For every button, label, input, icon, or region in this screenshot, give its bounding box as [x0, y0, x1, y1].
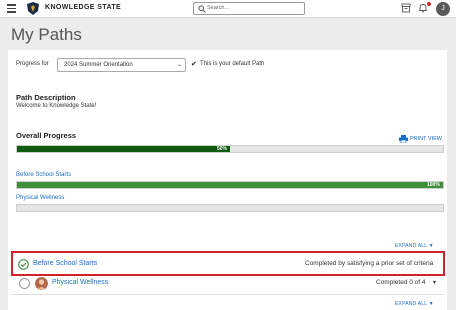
- path-select-value: 2024 Summer Orientation: [64, 62, 133, 68]
- completed-check-icon: [18, 259, 29, 270]
- row-title-before-school[interactable]: Before School Starts: [33, 260, 97, 267]
- row-status-before-school: Completed by satisfying a prior set of c…: [305, 260, 434, 267]
- shield-logo-icon: [27, 2, 39, 15]
- chevron-down-icon: ▼: [428, 243, 434, 249]
- expand-all-link-bottom[interactable]: EXPAND ALL ▼: [395, 301, 434, 307]
- row-status-physical-wellness: Completed 0 of 4: [376, 279, 426, 286]
- path-select[interactable]: 2024 Summer Orientation ⌄: [57, 58, 186, 72]
- section-progress-percent-before-school: 100%: [427, 182, 440, 188]
- section-link-physical-wellness[interactable]: Physical Wellness: [16, 195, 64, 201]
- default-path-note: This is your default Path: [200, 61, 265, 67]
- section-link-before-school[interactable]: Before School Starts: [16, 172, 71, 178]
- page-title: My Paths: [11, 25, 82, 44]
- chevron-down-icon: ⌄: [176, 62, 182, 68]
- search-box[interactable]: Search...: [193, 2, 305, 15]
- overall-progress-bar: 50%: [16, 145, 444, 153]
- incomplete-circle-icon: [19, 278, 30, 289]
- print-view-link[interactable]: PRINT VIEW: [410, 136, 442, 142]
- menu-icon[interactable]: [7, 4, 16, 13]
- expand-all-label-bottom: EXPAND ALL: [395, 301, 428, 307]
- expand-all-link[interactable]: EXPAND ALL ▼: [395, 243, 434, 249]
- overall-progress-fill: [17, 146, 230, 152]
- overall-progress-percent: 50%: [217, 146, 228, 152]
- brand-name[interactable]: KNOWLEDGE STATE: [45, 4, 121, 11]
- path-description-heading: Path Description: [16, 93, 76, 102]
- overall-progress-heading: Overall Progress: [16, 131, 77, 140]
- top-bar: KNOWLEDGE STATE Search... J: [0, 0, 456, 18]
- expand-all-label: EXPAND ALL: [395, 243, 428, 249]
- chevron-down-icon: ▼: [428, 301, 434, 307]
- notification-badge: [427, 2, 431, 6]
- section-progress-bar-physical-wellness: [16, 204, 444, 212]
- row-divider: [11, 294, 444, 295]
- checkmark-icon: ✔: [191, 61, 197, 68]
- chevron-down-icon[interactable]: ▾: [433, 279, 436, 286]
- avatar[interactable]: J: [436, 2, 450, 16]
- row-title-physical-wellness[interactable]: Physical Wellness: [52, 279, 108, 286]
- section-progress-bar-before-school: 100%: [16, 181, 444, 189]
- avatar-image: [35, 277, 48, 290]
- progress-for-label: Progress for: [16, 61, 49, 67]
- archive-icon[interactable]: [401, 3, 411, 13]
- path-description-text: Welcome to Knowledge State!: [16, 103, 97, 109]
- section-progress-fill-before-school: [17, 182, 443, 188]
- search-input[interactable]: Search...: [207, 5, 229, 11]
- search-icon: [198, 5, 206, 13]
- print-icon[interactable]: [399, 135, 408, 143]
